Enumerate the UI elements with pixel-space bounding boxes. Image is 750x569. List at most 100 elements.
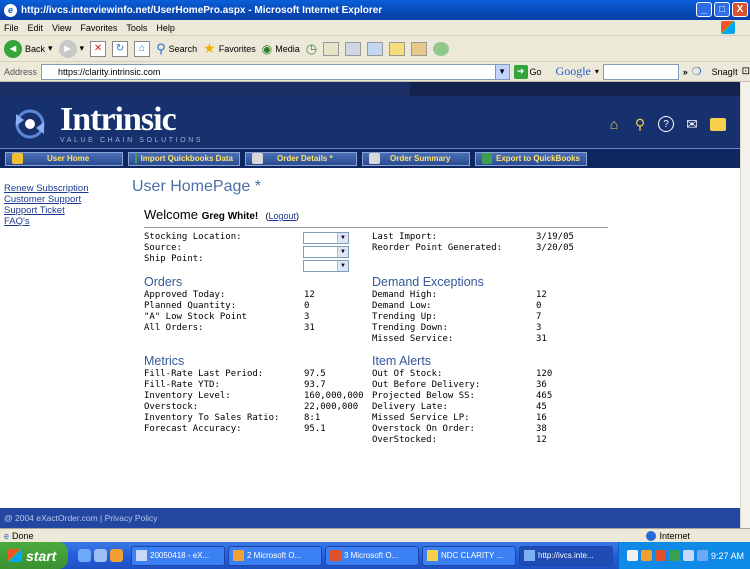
ship-point-select[interactable]: ▼: [303, 260, 349, 272]
search-icon[interactable]: ⚲: [632, 116, 648, 132]
menu-help[interactable]: Help: [156, 23, 175, 33]
stocking-location-select[interactable]: ▼: [303, 232, 349, 244]
minimize-button[interactable]: _: [696, 2, 712, 17]
tray-icon[interactable]: [668, 550, 680, 561]
chevron-down-icon[interactable]: ▾: [48, 43, 53, 54]
menu-edit[interactable]: Edit: [28, 23, 44, 33]
nav-order-summary[interactable]: Order Summary: [362, 151, 470, 166]
filter-selects: ▼ ▼ ▼: [303, 232, 349, 274]
mail-icon[interactable]: [323, 41, 340, 56]
chevron-down-icon[interactable]: ▼: [494, 64, 509, 79]
address-label: Address: [4, 66, 38, 77]
mail-icon[interactable]: ✉: [684, 116, 700, 132]
list-item: Out Of Stock: 120: [372, 369, 553, 379]
forward-button[interactable]: ► ▾: [58, 39, 85, 58]
toolbar-overflow-icon[interactable]: »: [683, 67, 688, 77]
maximize-button[interactable]: □: [714, 2, 730, 17]
source-select[interactable]: ▼: [303, 246, 349, 258]
list-item: Forecast Accuracy: 95.1: [144, 424, 326, 434]
search-button[interactable]: ⚲ Search: [156, 41, 197, 57]
tray-icon[interactable]: [640, 550, 652, 561]
nav-user-home[interactable]: User Home: [5, 151, 123, 166]
google-search-input[interactable]: [602, 63, 679, 80]
clock[interactable]: 9:27 AM: [711, 551, 744, 561]
menu-favorites[interactable]: Favorites: [80, 23, 117, 33]
close-button[interactable]: X: [732, 2, 748, 17]
orders-heading: Orders: [144, 275, 183, 289]
stop-icon[interactable]: ✕: [90, 40, 107, 57]
sidebar-link-support-ticket[interactable]: Support Ticket: [4, 205, 119, 216]
sidebar-link-faq[interactable]: FAQ's: [4, 216, 119, 227]
nav-export-quickbooks[interactable]: Export to QuickBooks: [475, 151, 587, 166]
list-item: Missed Service: 31: [372, 334, 547, 344]
menu-view[interactable]: View: [52, 23, 71, 33]
list-item: Delivery Late: 45: [372, 402, 547, 412]
refresh-icon[interactable]: ↻: [112, 40, 129, 57]
home-icon[interactable]: ⌂: [134, 40, 151, 57]
go-button[interactable]: ➜ Go: [513, 64, 542, 79]
history-icon[interactable]: ◷: [306, 41, 317, 57]
tray-icon[interactable]: [682, 550, 694, 561]
divider: [144, 227, 608, 228]
address-input[interactable]: https://clarity.intrinsic.com ▼: [41, 63, 510, 80]
list-item: "A" Low Stock Point 3: [144, 312, 310, 322]
chevron-down-icon[interactable]: ▾: [595, 67, 599, 76]
list-item: Approved Today: 12: [144, 290, 315, 300]
taskbar-item-document[interactable]: 20050418 - eX...: [131, 545, 225, 566]
messenger-icon[interactable]: [433, 41, 450, 56]
google-toolbar-logo[interactable]: Google: [556, 64, 591, 79]
reorder-point-label: Reorder Point Generated:: [372, 243, 503, 253]
favorites-label: Favorites: [218, 43, 256, 54]
sidebar-link-renew-subscription[interactable]: Renew Subscription: [4, 183, 119, 194]
start-button[interactable]: start: [0, 542, 68, 569]
tray-icon[interactable]: [654, 550, 666, 561]
search-label: Search: [168, 43, 198, 54]
nav-import-quickbooks[interactable]: Import Quickbooks Data: [128, 151, 240, 166]
site-footer: @ 2004 eXactOrder.com | Privacy Policy: [0, 508, 740, 528]
menu-tools[interactable]: Tools: [126, 23, 147, 33]
taskbar-item-ndc-clarity[interactable]: NDC CLARITY ...: [422, 545, 516, 566]
discuss-icon[interactable]: [389, 41, 406, 56]
research-icon[interactable]: [411, 41, 428, 56]
last-import-value: 3/19/05: [536, 232, 574, 242]
media-button[interactable]: ◉ Media: [262, 42, 300, 56]
taskbar-item-outlook[interactable]: 2 Microsoft O...: [228, 545, 322, 566]
go-label: Go: [529, 66, 542, 77]
ship-point-label: Ship Point:: [144, 254, 204, 264]
chevron-down-icon[interactable]: ▾: [80, 43, 85, 54]
sidebar-link-customer-support[interactable]: Customer Support: [4, 194, 119, 205]
taskbar-item-ie[interactable]: http://ivcs.inte...: [519, 545, 613, 566]
tray-icon[interactable]: [626, 550, 638, 561]
header-icons: ⌂ ⚲ ? ✉: [606, 116, 726, 132]
browser-quicklaunch-icon[interactable]: [94, 549, 107, 562]
summary-icon: [369, 153, 380, 164]
source-label: Source:: [144, 243, 182, 253]
window-controls: _ □ X: [696, 2, 748, 17]
help-icon[interactable]: ?: [658, 116, 674, 132]
site-logo[interactable]: Intrinsic: [60, 101, 177, 139]
edit-icon[interactable]: [367, 41, 384, 56]
folder-icon[interactable]: [710, 117, 726, 131]
internet-zone-icon: [646, 530, 657, 541]
export-icon: [482, 153, 492, 164]
print-icon[interactable]: [345, 41, 362, 56]
list-item: Fill-Rate YTD: 93.7: [144, 380, 326, 390]
nav-order-details[interactable]: Order Details *: [245, 151, 357, 166]
import-info: Last Import: 3/19/05 Reorder Point Genera…: [372, 232, 574, 254]
item-alerts-heading: Item Alerts: [372, 354, 432, 368]
tray-icon[interactable]: [696, 550, 708, 561]
favorites-button[interactable]: ★ Favorites: [203, 40, 256, 57]
browser-toolbar: ◄ Back ▾ ► ▾ ✕ ↻ ⌂ ⚲ Search ★ Favorites …: [0, 36, 750, 62]
back-button[interactable]: ◄ Back ▾: [4, 39, 53, 58]
footer-text[interactable]: @ 2004 eXactOrder.com | Privacy Policy: [4, 513, 158, 523]
app-quicklaunch-icon[interactable]: [110, 549, 123, 562]
snagit-button[interactable]: SnagIt: [712, 67, 738, 77]
ie-quicklaunch-icon[interactable]: [78, 549, 91, 562]
capture-icon[interactable]: ⊡: [742, 66, 750, 77]
taskbar-item-office[interactable]: 3 Microsoft O...: [325, 545, 419, 566]
home-icon[interactable]: ⌂: [606, 116, 622, 132]
menu-file[interactable]: File: [4, 23, 19, 33]
status-text: Done: [12, 530, 34, 541]
vertical-scrollbar[interactable]: [740, 82, 750, 528]
logout-link[interactable]: Logout: [268, 211, 296, 221]
